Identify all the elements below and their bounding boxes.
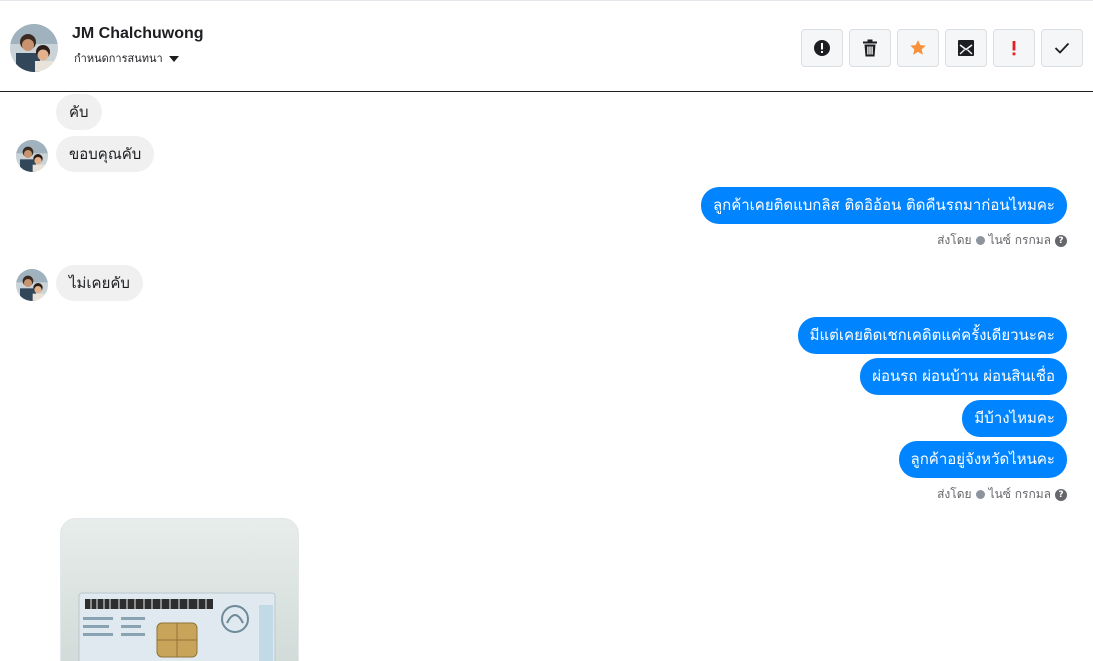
outgoing-message[interactable]: มีแต่เคยติดเชกเคดิตแค่ครั้งเดียวนะคะ (797, 317, 1067, 354)
message-thread[interactable]: คับ ขอบคุณคับ ลูกค้าเคยติดแบกลิส ติดอิอ้… (0, 92, 1093, 661)
delete-button[interactable] (849, 29, 891, 67)
assign-conversation-dropdown[interactable]: กำหนดการสนทนา (74, 49, 179, 67)
caret-down-icon (168, 56, 179, 62)
incoming-message[interactable]: ไม่เคยคับ (56, 265, 143, 301)
assign-conversation-label: กำหนดการสนทนา (74, 52, 163, 65)
contact-small-avatar (16, 140, 48, 172)
sent-by-info: ส่งโดย ไนซ์ กรกมล ? (937, 231, 1067, 250)
incoming-message[interactable]: ขอบคุณคับ (56, 136, 155, 172)
contact-avatar[interactable] (10, 24, 58, 72)
follow-up-button[interactable] (993, 29, 1035, 67)
sent-by-agent: ไนซ์ กรกมล (988, 487, 1051, 501)
agent-status-icon (975, 236, 985, 245)
sent-by-agent: ไนซ์ กรกมล (988, 233, 1051, 247)
agent-status-icon (975, 490, 985, 499)
contact-name[interactable]: JM Chalchuwong (72, 25, 204, 43)
conversation-header: JM Chalchuwong กำหนดการสนทนา (0, 0, 1093, 92)
mark-done-button[interactable] (1041, 29, 1083, 67)
mark-unread-icon (958, 40, 974, 56)
help-icon[interactable]: ? (1055, 488, 1067, 501)
trash-icon (863, 39, 877, 57)
outgoing-message[interactable]: มีบ้างไหมคะ (962, 400, 1067, 437)
mark-unread-button[interactable] (945, 29, 987, 67)
spam-alert-icon (814, 40, 830, 56)
contact-small-avatar (16, 269, 48, 301)
done-check-icon (1054, 42, 1070, 54)
follow-up-icon (1012, 41, 1016, 56)
sent-by-label: ส่งโดย (937, 487, 972, 501)
conversation-toolbar (801, 29, 1083, 67)
image-attachment[interactable] (60, 518, 299, 661)
incoming-message[interactable]: คับ (56, 94, 102, 130)
help-icon[interactable]: ? (1055, 234, 1067, 247)
sent-by-info: ส่งโดย ไนซ์ กรกมล ? (937, 485, 1067, 504)
outgoing-message[interactable]: ลูกค้าเคยติดแบกลิส ติดอิอ้อน ติดคืนรถมาก… (700, 187, 1067, 224)
star-button[interactable] (897, 29, 939, 67)
outgoing-message[interactable]: ลูกค้าอยู่จังหวัดไหนคะ (898, 441, 1067, 478)
star-icon (910, 40, 926, 55)
spam-button[interactable] (801, 29, 843, 67)
outgoing-message[interactable]: ผ่อนรถ ผ่อนบ้าน ผ่อนสินเชื่อ (860, 358, 1067, 395)
sent-by-label: ส่งโดย (937, 233, 972, 247)
